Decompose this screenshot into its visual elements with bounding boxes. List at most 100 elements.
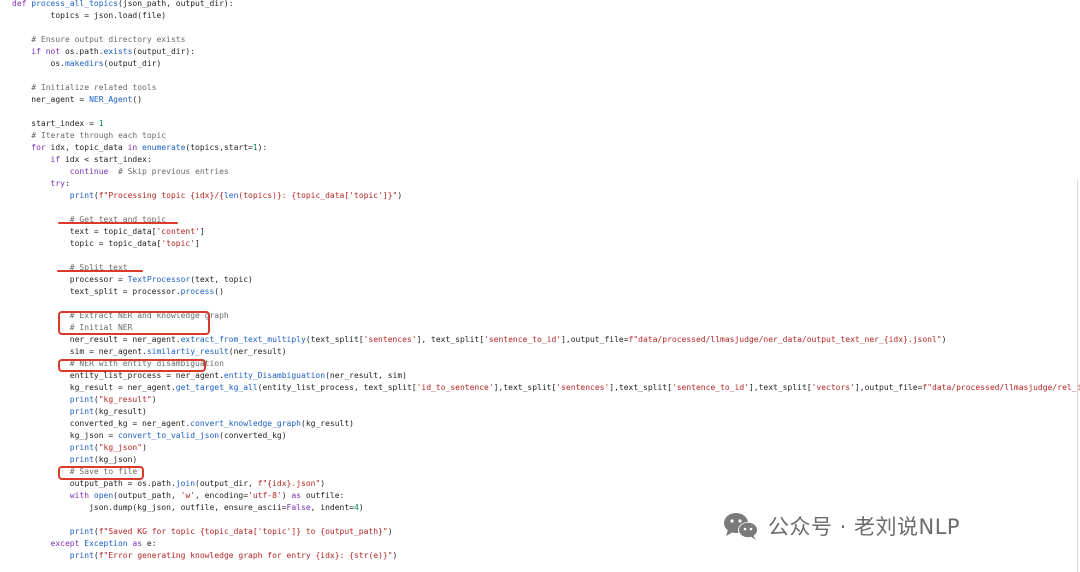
code-token: # Ensure output directory exists [12, 35, 186, 44]
code-line: # Iterate through each topic [12, 130, 1080, 142]
code-token: print [12, 407, 94, 416]
annotation-box-extract-ner [58, 311, 210, 335]
code-token: () [132, 95, 143, 104]
code-token: print [12, 395, 94, 404]
code-line: print(kg_result) [12, 406, 1080, 418]
watermark-text: 公众号 · 老刘说NLP [768, 515, 961, 539]
code-token: output_path = os.path. [12, 479, 176, 488]
code-token: # Skip previous entries [117, 167, 229, 176]
code-line: kg_json = convert_to_valid_json(converte… [12, 430, 1080, 442]
code-token: text_split = processor. [12, 287, 181, 296]
code-token: sim = ner_agent. [12, 347, 147, 356]
code-line: # Ensure output directory exists [12, 34, 1080, 46]
code-line: if not os.path.exists(output_dir): [12, 46, 1080, 58]
code-token: def [12, 0, 32, 8]
code-line: continue # Skip previous entries [12, 166, 1080, 178]
code-token: process_all_topics [31, 0, 118, 8]
code-line: os.makedirs(output_dir) [12, 58, 1080, 70]
code-token: (text_split[ [305, 335, 364, 344]
code-line: topics = json.load(file) [12, 10, 1080, 22]
code-token: () [214, 287, 224, 296]
code-token: (output_dir): [132, 47, 196, 56]
code-token: kg_json = [12, 431, 118, 440]
code-token: : [64, 179, 70, 188]
code-token: print [12, 551, 94, 560]
code-token: start_index = [12, 119, 99, 128]
code-token: f"data/processed/llmasjudge/rel_data/out… [922, 383, 1080, 392]
code-token: entity_list_process = ner_agent. [12, 371, 224, 380]
code-token: 'utf-8' [248, 491, 282, 500]
code-token: ],output_file= [561, 335, 629, 344]
code-token: as [291, 491, 306, 500]
code-token: convert_knowledge_graph [190, 419, 301, 428]
code-token: similartiy_result [146, 347, 229, 356]
code-editor[interactable]: def process_all_topics(json_path, output… [0, 0, 1080, 572]
code-token: 1 [98, 119, 104, 128]
code-line: print(f"Processing topic {idx}/{len(topi… [12, 190, 1080, 202]
code-token: 'w' [180, 491, 196, 500]
code-token: outfile: [305, 491, 345, 500]
code-token: process [180, 287, 215, 296]
code-line: # Get text and topic [12, 214, 1080, 226]
code-token: f"Saved KG for topic {topic_data['topic'… [98, 527, 388, 536]
code-line: print(f"Error generating knowledge graph… [12, 550, 1080, 562]
code-line: # Split text [12, 262, 1080, 274]
code-token: convert_to_valid_json [117, 431, 220, 440]
code-token: os. [12, 59, 65, 68]
code-token: e: [146, 539, 157, 548]
code-token: (text, topic) [190, 275, 253, 284]
code-line: ner_result = ner_agent.extract_from_text… [12, 334, 1080, 346]
code-token: (converted_kg) [219, 431, 287, 440]
code-token: idx < start_index: [64, 155, 152, 164]
code-token: continue [12, 167, 118, 176]
code-token: as [132, 539, 147, 548]
code-token: (kg_result) [93, 407, 147, 416]
code-token: ) [142, 443, 147, 452]
code-token: idx, topic_data [50, 143, 128, 152]
code-listing: def process_all_topics(json_path, output… [12, 0, 1080, 562]
code-token: try [12, 179, 65, 188]
code-token: 'sentences' [556, 383, 610, 392]
code-token: open [93, 491, 114, 500]
code-token: in [127, 143, 143, 152]
code-token: NER_Agent [89, 95, 133, 104]
code-token: ) [392, 551, 398, 560]
code-token: (output_path, [113, 491, 181, 500]
code-line: kg_result = ner_agent.get_target_kg_all(… [12, 382, 1080, 394]
code-token: , indent= [310, 503, 354, 512]
code-token: ) [281, 491, 292, 500]
wechat-icon [724, 513, 758, 540]
code-token: if not [12, 47, 65, 56]
code-token: converted_kg = ner_agent. [12, 419, 191, 428]
code-line: try: [12, 178, 1080, 190]
code-token: join [175, 479, 196, 488]
code-token: f"Error generating knowledge graph for e… [98, 551, 393, 560]
code-line: # Initialize related tools [12, 82, 1080, 94]
code-token: 'sentences' [363, 335, 417, 344]
code-token: f"data/processed/llmasjudge/ner_data/out… [628, 335, 942, 344]
code-token: 'id_to_sentence' [416, 383, 494, 392]
code-token: processor = [12, 275, 128, 284]
code-token: entity_Disambiguation [223, 371, 326, 380]
code-token: ) [320, 479, 326, 488]
annotation-underline-split-text [57, 270, 143, 272]
code-line: start_index = 1 [12, 118, 1080, 130]
code-line: print(kg_json) [12, 454, 1080, 466]
code-token: topic = topic_data[ [12, 239, 162, 248]
code-token: text = topic_data[ [12, 227, 157, 236]
code-token: ) [941, 335, 947, 344]
code-line: sim = ner_agent.similartiy_result(ner_re… [12, 346, 1080, 358]
code-line: with open(output_path, 'w', encoding='ut… [12, 490, 1080, 502]
code-line: converted_kg = ner_agent.convert_knowled… [12, 418, 1080, 430]
code-line: # Save to file [12, 466, 1080, 478]
code-token: ner_result = ner_agent. [12, 335, 181, 344]
code-line: print("kg_result") [12, 394, 1080, 406]
code-token: os.path. [64, 47, 104, 56]
code-token: (json_path, output_dir): [117, 0, 234, 8]
code-token: ) [151, 395, 157, 404]
code-token: ) [387, 527, 393, 536]
code-line: def process_all_topics(json_path, output… [12, 0, 1080, 10]
code-token: "kg_result" [98, 395, 152, 404]
